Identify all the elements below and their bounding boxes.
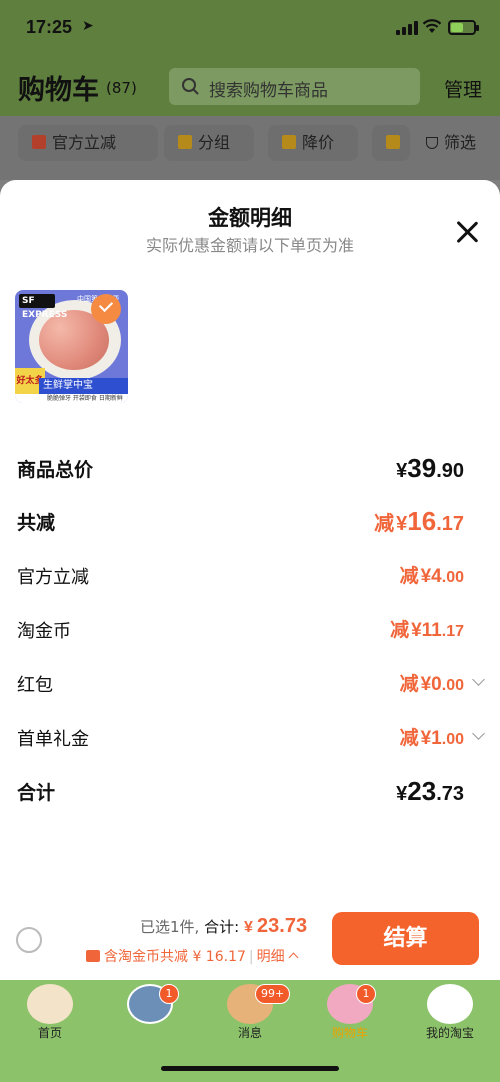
tab-badge: 1	[356, 984, 376, 1004]
row-first-order-gift[interactable]: 首单礼金 减 ¥1.00	[0, 715, 500, 755]
folder-icon	[178, 135, 192, 149]
filter-label: 筛选	[444, 133, 477, 152]
wifi-icon	[422, 19, 442, 33]
detail-link[interactable]: 明细	[257, 949, 285, 965]
row-label: 红包	[17, 675, 53, 696]
row-label: 官方立减	[17, 567, 89, 588]
search-icon	[182, 78, 199, 95]
row-value: 减 ¥1.00	[399, 728, 464, 749]
row-label: 共减	[17, 512, 56, 534]
filter-button[interactable]: 筛选	[414, 125, 500, 161]
close-icon[interactable]	[455, 220, 479, 244]
row-value: 减 ¥0.00	[399, 674, 464, 695]
tag-icon	[386, 135, 400, 149]
filter-more[interactable]	[372, 125, 410, 161]
location-arrow-icon: ➤	[82, 18, 94, 34]
coin-summary[interactable]: 含淘金币共减 ¥ 16.17 | 明细	[86, 946, 299, 966]
sheet-title: 金额明细	[208, 206, 292, 230]
tab-cart[interactable]: 1 购物车	[300, 980, 400, 1050]
sf-express-logo: SF EXPRESS	[19, 294, 67, 320]
amount-detail-sheet: 金额明细 实际优惠金额请以下单页为准 SF EXPRESS 中国第一方便 好太多…	[0, 180, 500, 980]
select-all-radio[interactable]	[16, 927, 42, 953]
checkout-bar: 已选1件, 合计: ¥ 23.73 含淘金币共减 ¥ 16.17 | 明细 结算	[0, 900, 500, 980]
product-thumbnail[interactable]: SF EXPRESS 中国第一方便 好太多 生鲜掌中宝 脆脆弹牙 开袋即食 日期…	[15, 290, 128, 403]
total-label: 合计:	[204, 918, 240, 936]
tab-discover[interactable]: 1	[100, 980, 200, 1050]
row-value: ¥39.90	[396, 453, 464, 483]
selection-summary: 已选1件, 合计: ¥ 23.73	[140, 915, 307, 938]
tab-home[interactable]: 首页	[0, 980, 100, 1050]
selected-check-icon[interactable]	[91, 294, 121, 324]
status-time: 17:25	[26, 17, 73, 37]
row-value: 减 ¥4.00	[399, 566, 464, 587]
arrow-down-icon	[282, 135, 296, 149]
product-band-text: 生鲜掌中宝	[39, 378, 128, 394]
tab-label: 首页	[37, 1026, 62, 1040]
status-bar: 17:25 ➤	[0, 0, 500, 60]
chevron-down-icon[interactable]	[472, 673, 485, 686]
filter-label: 官方立减	[52, 133, 117, 152]
row-value: 减 ¥11.17	[390, 620, 464, 641]
ticket-icon	[86, 950, 100, 962]
row-grand-total: 合计 ¥23.73	[0, 768, 500, 808]
chevron-up-icon	[288, 952, 299, 963]
row-red-packet[interactable]: 红包 减 ¥0.00	[0, 661, 500, 701]
filter-label: 分组	[198, 133, 231, 152]
filter-group[interactable]: 分组	[164, 125, 254, 161]
tab-badge: 1	[159, 984, 179, 1004]
filter-label: 降价	[302, 133, 335, 152]
product-footer-text: 脆脆弹牙 开袋即食 日期新鲜	[15, 394, 128, 403]
cart-count: (87)	[106, 79, 137, 97]
tab-messages[interactable]: 99+ 消息	[200, 980, 300, 1050]
lightning-icon	[32, 135, 46, 149]
coin-text: 含淘金币共减 ¥ 16.17	[104, 949, 246, 965]
funnel-icon	[426, 137, 438, 149]
tab-label: 我的淘宝	[425, 1026, 474, 1040]
row-label: 商品总价	[17, 459, 94, 481]
manage-button[interactable]: 管理	[444, 75, 482, 102]
cellular-signal-icon	[396, 21, 418, 35]
row-value: 减 ¥16.17	[374, 506, 464, 536]
sheet-subtitle: 实际优惠金额请以下单页为准	[145, 236, 354, 255]
row-official-discount: 官方立减 减 ¥4.00	[0, 553, 500, 593]
checkout-button[interactable]: 结算	[332, 912, 479, 965]
row-label: 首单礼金	[17, 729, 89, 750]
filter-price-drop[interactable]: 降价	[268, 125, 358, 161]
filter-official-discount[interactable]: 官方立减	[18, 125, 158, 161]
search-placeholder: 搜索购物车商品	[209, 81, 328, 101]
tab-my-taobao[interactable]: 我的淘宝	[400, 980, 500, 1050]
row-value: ¥23.73	[396, 776, 464, 806]
row-taojinbi: 淘金币 减 ¥11.17	[0, 607, 500, 647]
tab-label: 消息	[237, 1026, 262, 1040]
tab-label: 购物车	[331, 1026, 368, 1040]
home-indicator	[161, 1066, 339, 1071]
row-total-reduction: 共减 减 ¥16.17	[0, 498, 500, 538]
cart-title: 购物车	[18, 75, 99, 106]
tab-badge: 99+	[255, 984, 291, 1004]
row-label: 淘金币	[17, 621, 71, 642]
battery-icon	[448, 20, 479, 35]
filter-bar: 官方立减 分组 降价 筛选	[0, 116, 500, 180]
chevron-down-icon[interactable]	[472, 727, 485, 740]
row-label: 合计	[17, 782, 56, 804]
row-goods-total: 商品总价 ¥39.90	[0, 445, 500, 485]
home-mascot-icon	[27, 984, 73, 1024]
total-amount: ¥ 23.73	[243, 915, 308, 937]
profile-mascot-icon	[427, 984, 473, 1024]
selected-count-text: 已选1件,	[140, 918, 200, 936]
search-input[interactable]: 搜索购物车商品	[169, 68, 420, 105]
